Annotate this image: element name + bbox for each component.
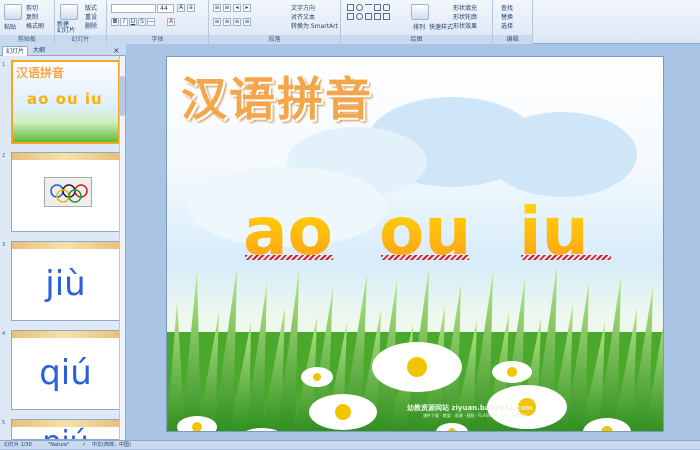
drawing-group: 排列 快速样式 形状填充 形状轮廓 形状效果 绘图 <box>341 0 493 44</box>
slides-label: 幻灯片 <box>55 35 106 44</box>
paragraph-group: ≡ ≡ ◂ ▸ ≡ ≡ ≡ ≡ 文字方向 对齐文本 转换为 SmartArt 段… <box>209 0 341 44</box>
editing-label: 编辑 <box>493 35 532 44</box>
thumb-number: 1 <box>2 62 6 68</box>
tab-slides[interactable]: 幻灯片 <box>2 46 29 56</box>
font-name-combo[interactable] <box>111 4 156 13</box>
oval-shape-icon[interactable] <box>356 4 363 11</box>
format-painter-button[interactable]: 格式刷 <box>26 21 44 30</box>
shape-outline-button[interactable]: 形状轮廓 <box>453 12 477 21</box>
decrease-indent-icon[interactable]: ◂ <box>233 4 241 12</box>
find-button[interactable]: 查找 <box>501 3 513 12</box>
pane-tabs: 幻灯片 大纲 × <box>0 44 126 56</box>
font-size-combo[interactable]: 44 <box>157 4 174 13</box>
thumb-pin-bar <box>12 153 119 160</box>
editing-group: 查找 替换 选择 编辑 <box>493 0 533 44</box>
arrow-shape-icon[interactable] <box>347 13 354 20</box>
replace-button[interactable]: 替换 <box>501 12 513 21</box>
bracket-shape-icon[interactable] <box>374 13 381 20</box>
drawing-label: 绘图 <box>341 35 492 44</box>
cloud-shape <box>487 112 637 197</box>
slide-title[interactable]: 汉语拼音 <box>181 63 373 129</box>
scrollbar-thumb[interactable] <box>120 76 125 116</box>
current-slide[interactable]: 汉语拼音 ao ou iu 幼教资源网站 ziyuan.baby611.com … <box>166 56 664 432</box>
rounded-rect-shape-icon[interactable] <box>383 4 390 11</box>
bold-icon[interactable]: B <box>111 18 119 26</box>
shape-effects-button[interactable]: 形状效果 <box>453 21 477 30</box>
slide-editor: 汉语拼音 ao ou iu 幼教资源网站 ziyuan.baby611.com … <box>127 44 700 440</box>
triangle-shape-icon[interactable] <box>374 4 381 11</box>
font-group: 44 A a B I U S — A 字体 <box>107 0 209 44</box>
new-slide-button[interactable]: 新建 幻灯片 <box>57 22 75 34</box>
font-label: 字体 <box>107 35 208 44</box>
watermark-text: 幼教资源网站 ziyuan.baby611.com <box>407 404 533 412</box>
thumb-number: 3 <box>2 242 6 248</box>
thumb-number: 5 <box>2 420 6 426</box>
thumb-pin-bar <box>12 242 119 249</box>
spellcheck-underline <box>245 255 333 260</box>
arrange-button[interactable]: 排列 <box>413 22 425 31</box>
text-direction-button[interactable]: 文字方向 <box>291 3 315 12</box>
clipboard-group: 粘贴 剪切 复制 格式刷 剪贴板 <box>0 0 55 44</box>
italic-icon[interactable]: I <box>120 18 128 26</box>
shrink-font-icon[interactable]: a <box>187 4 195 12</box>
star-shape-icon[interactable] <box>356 13 363 20</box>
copy-button[interactable]: 复制 <box>26 12 38 21</box>
thumb-text: niú <box>12 428 119 440</box>
cut-button[interactable]: 剪切 <box>26 3 38 12</box>
thumb-pin-bar <box>12 331 119 338</box>
numbering-icon[interactable]: ≡ <box>223 4 231 12</box>
underline-icon[interactable]: U <box>129 18 137 26</box>
paragraph-label: 段落 <box>209 35 340 44</box>
thumbnail-slide-2[interactable] <box>11 152 120 232</box>
bullets-icon[interactable]: ≡ <box>213 4 221 12</box>
layout-button[interactable]: 版式 <box>85 3 97 12</box>
line-shape-icon[interactable] <box>365 4 372 11</box>
new-slide-icon[interactable] <box>60 4 78 20</box>
thumb-title: 汉语拼音 <box>16 66 65 80</box>
select-button[interactable]: 选择 <box>501 21 513 30</box>
thumbnail-slide-1[interactable]: 汉语拼音 ao ou iu <box>11 60 120 144</box>
thumb-number: 2 <box>2 153 6 159</box>
align-left-icon[interactable]: ≡ <box>213 18 221 26</box>
thumb-text: qiú <box>39 353 92 393</box>
grow-font-icon[interactable]: A <box>177 4 185 12</box>
justify-icon[interactable]: ≡ <box>243 18 251 26</box>
thumb-number: 4 <box>2 331 6 337</box>
thumb-text: jiù <box>45 264 86 304</box>
olympic-rings-image <box>44 177 92 207</box>
rectangle-shape-icon[interactable] <box>347 4 354 11</box>
spellcheck-underline <box>381 255 469 260</box>
align-text-button[interactable]: 对齐文本 <box>291 12 315 21</box>
ribbon: 粘贴 剪切 复制 格式刷 剪贴板 新建 幻灯片 版式 重设 删除 幻灯片 44 … <box>0 0 700 44</box>
brace-shape-icon[interactable] <box>383 13 390 20</box>
thumbnail-slide-5[interactable]: niú <box>11 419 120 440</box>
slides-pane: 幻灯片 大纲 × 1 汉语拼音 ao ou iu 2 3 jiù 4 qiú 5 <box>0 44 126 440</box>
pane-scrollbar[interactable] <box>119 56 125 440</box>
tab-outline[interactable]: 大纲 <box>30 46 48 56</box>
font-color-icon[interactable]: A <box>167 18 175 26</box>
close-pane-icon[interactable]: × <box>110 46 123 56</box>
status-bar: 幻灯片 1/30 "Nature" ✓ 中文(简体，中国) <box>0 440 700 449</box>
shape-fill-button[interactable]: 形状填充 <box>453 3 477 12</box>
arrange-icon[interactable] <box>411 4 429 20</box>
thumbnail-slide-3[interactable]: jiù <box>11 241 120 321</box>
reset-button[interactable]: 重设 <box>85 12 97 21</box>
thumbnail-slide-4[interactable]: qiú <box>11 330 120 410</box>
strikethrough-icon[interactable]: — <box>147 18 155 26</box>
clipboard-label: 剪贴板 <box>0 35 54 44</box>
shadow-icon[interactable]: S <box>138 18 146 26</box>
spellcheck-underline <box>521 255 611 260</box>
align-center-icon[interactable]: ≡ <box>223 18 231 26</box>
paste-button[interactable]: 粘贴 <box>4 22 16 31</box>
paste-icon[interactable] <box>4 4 22 20</box>
increase-indent-icon[interactable]: ▸ <box>243 4 251 12</box>
watermark-subtext: 课件下载 · 教案 · 说课 · 视频 · FLASH课件下载 · 幼教资源 <box>423 413 527 418</box>
quick-styles-button[interactable]: 快速样式 <box>429 22 453 31</box>
callout-shape-icon[interactable] <box>365 13 372 20</box>
slides-group: 新建 幻灯片 版式 重设 删除 幻灯片 <box>55 0 107 44</box>
align-right-icon[interactable]: ≡ <box>233 18 241 26</box>
smartart-button[interactable]: 转换为 SmartArt <box>291 21 338 30</box>
delete-button[interactable]: 删除 <box>85 21 97 30</box>
thumb-pinyin: ao ou iu <box>27 90 103 108</box>
